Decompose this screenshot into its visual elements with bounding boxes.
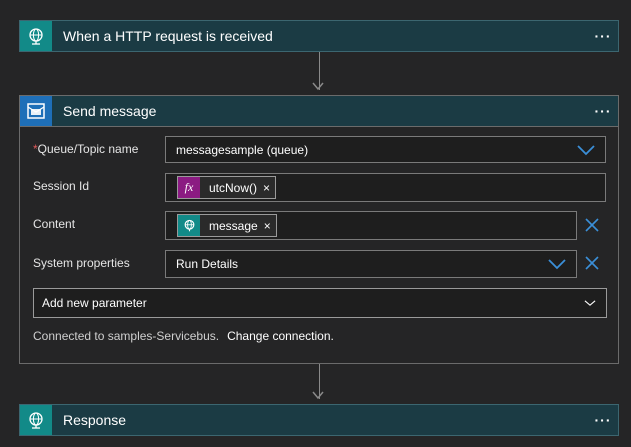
add-parameter-dropdown[interactable]: Add new parameter	[33, 288, 607, 318]
send-message-header[interactable]: Send message ···	[20, 96, 618, 127]
fx-icon: fx	[178, 177, 200, 198]
content-label: Content	[33, 217, 76, 231]
globe-icon	[20, 405, 52, 435]
content-field[interactable]: message ×	[165, 211, 577, 240]
trigger-title: When a HTTP request is received	[63, 28, 273, 44]
service-bus-icon	[20, 96, 52, 126]
chevron-down-icon[interactable]	[575, 144, 597, 156]
globe-icon	[178, 215, 200, 236]
send-message-menu-button[interactable]: ···	[588, 103, 618, 119]
connector-arrow-icon	[312, 82, 324, 91]
send-message-card: Send message ··· *Queue/Topic name messa…	[19, 95, 619, 364]
queue-topic-label-text: Queue/Topic name	[37, 142, 139, 156]
session-id-label: Session Id	[33, 179, 90, 193]
remove-token-button[interactable]: ×	[263, 181, 275, 195]
chevron-down-icon[interactable]	[546, 258, 568, 270]
session-id-field[interactable]: fx utcNow() ×	[165, 173, 606, 202]
connection-text: Connected to samples-Servicebus.	[33, 329, 220, 343]
remove-token-button[interactable]: ×	[264, 219, 276, 233]
globe-icon	[20, 21, 52, 51]
send-message-title: Send message	[63, 103, 157, 119]
close-icon[interactable]	[583, 254, 601, 272]
connector-arrow-icon	[312, 391, 324, 400]
trigger-card[interactable]: When a HTTP request is received ···	[19, 20, 619, 52]
system-properties-label: System properties	[33, 256, 130, 270]
response-card[interactable]: Response ···	[19, 404, 619, 436]
chevron-down-icon[interactable]	[582, 297, 598, 309]
response-title: Response	[63, 412, 127, 428]
change-connection-link[interactable]: Change connection.	[227, 329, 334, 343]
message-token[interactable]: message ×	[177, 214, 277, 237]
system-properties-value: Run Details	[176, 257, 239, 271]
trigger-menu-button[interactable]: ···	[588, 28, 618, 44]
utcnow-token[interactable]: fx utcNow() ×	[177, 176, 277, 199]
utcnow-token-label: utcNow()	[209, 180, 258, 195]
queue-topic-label: *Queue/Topic name	[33, 142, 138, 156]
queue-topic-dropdown[interactable]: messagesample (queue)	[165, 136, 606, 163]
response-menu-button[interactable]: ···	[588, 412, 618, 428]
message-token-label: message	[209, 218, 258, 233]
queue-topic-value: messagesample (queue)	[176, 142, 309, 157]
system-properties-dropdown[interactable]: Run Details	[165, 250, 577, 278]
fx-glyph: fx	[184, 180, 194, 194]
add-parameter-label: Add new parameter	[42, 296, 147, 310]
close-icon[interactable]	[583, 216, 601, 234]
connection-info: Connected to samples-Servicebus. Change c…	[33, 329, 334, 343]
